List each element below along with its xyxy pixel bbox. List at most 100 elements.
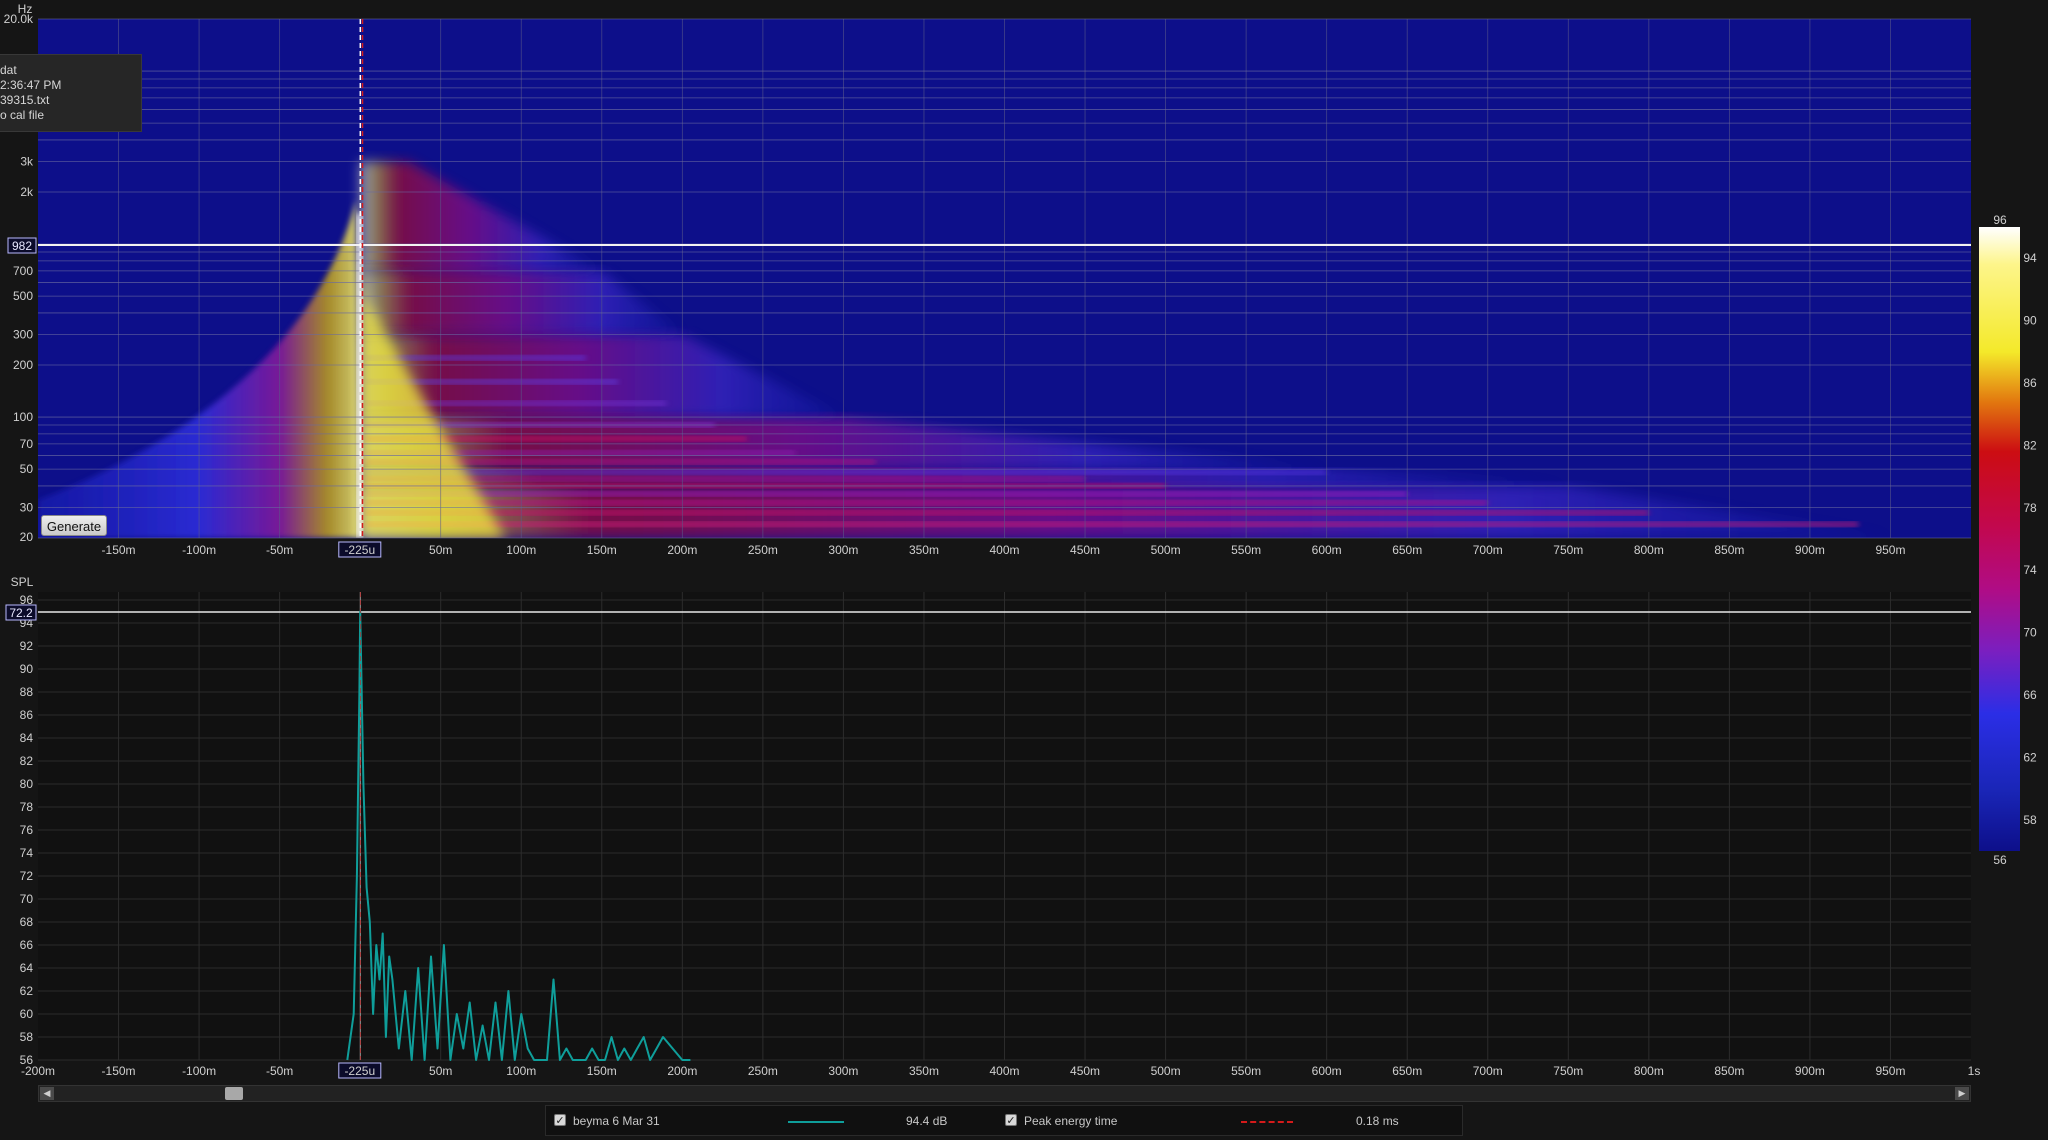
time-tick-label: 850m [1714, 543, 1744, 557]
time-tick-label: 350m [909, 543, 939, 557]
colorbar-tick-label: 94 [2023, 251, 2037, 265]
spl-time-tick-label: -100m [182, 1064, 216, 1078]
frequency-tick-label: 50 [20, 462, 34, 476]
spl-time-tick-label: 800m [1634, 1064, 1664, 1078]
resonance-streak [365, 510, 1649, 516]
colorbar-tick-label: 86 [2023, 376, 2037, 390]
colorbar-tick-label: 66 [2023, 688, 2037, 702]
spl-time-tick-label: 300m [828, 1064, 858, 1078]
time-tick-label: -150m [102, 543, 136, 557]
series-checkbox[interactable]: ✓ [554, 1114, 566, 1127]
generate-button[interactable]: Generate [41, 515, 107, 536]
spl-time-tick-label: 200m [667, 1064, 697, 1078]
frequency-tick-label: 2k [20, 185, 34, 199]
spl-time-tick-label: 100m [506, 1064, 536, 1078]
colorbar-tick-label: 74 [2023, 563, 2037, 577]
marker-name: Peak energy time [1024, 1114, 1118, 1128]
colorbar-tick-label: 56 [1993, 853, 2007, 867]
spl-time-tick-label: 900m [1795, 1064, 1825, 1078]
resonance-streak [365, 469, 1327, 475]
spl-time-tick-label: 550m [1231, 1064, 1261, 1078]
spl-time-tick-label: 650m [1392, 1064, 1422, 1078]
frequency-tick-label: 70 [20, 437, 34, 451]
time-tick-label: 300m [828, 543, 858, 557]
spl-time-tick-label: -225u [344, 1064, 375, 1078]
spl-tick-label: 60 [20, 1007, 34, 1021]
spl-time-tick-label: 400m [989, 1064, 1019, 1078]
colorbar-tick-label: 82 [2023, 438, 2037, 452]
spl-tick-label: 84 [20, 731, 34, 745]
colorbar-tick-label: 78 [2023, 501, 2037, 515]
frequency-tick-label: 700 [13, 264, 33, 278]
spl-tick-label: 62 [20, 984, 34, 998]
spl-tick-label: 92 [20, 639, 34, 653]
spl-tick-label: 70 [20, 892, 34, 906]
spl-cursor-value: 72.2 [9, 606, 33, 620]
time-tick-label: 800m [1634, 543, 1664, 557]
spl-time-tick-label: 750m [1553, 1064, 1583, 1078]
frequency-tick-label: 300 [13, 328, 33, 342]
time-tick-label: 400m [989, 543, 1019, 557]
marker-swatch [1241, 1121, 1293, 1123]
colorbar-tick-label: 96 [1993, 213, 2007, 227]
scroll-right-icon[interactable]: ▶ [1955, 1087, 1969, 1100]
time-tick-label: 100m [506, 543, 536, 557]
time-tick-label: -50m [266, 543, 293, 557]
measurement-info-box: dat 2:36:47 PM 39315.txt o cal file [0, 54, 142, 132]
spl-tick-label: 74 [20, 846, 34, 860]
resonance-streak [365, 476, 1086, 482]
time-tick-label: 50m [429, 543, 452, 557]
frequency-tick-label: 100 [13, 410, 33, 424]
resonance-streak [365, 491, 1408, 497]
scroll-left-icon[interactable]: ◀ [40, 1087, 54, 1100]
spl-time-tick-label: -50m [266, 1064, 293, 1078]
marker-checkbox[interactable]: ✓ [1005, 1114, 1017, 1127]
info-line: dat [0, 63, 17, 77]
spl-tick-label: 78 [20, 800, 34, 814]
spl-tick-label: 76 [20, 823, 34, 837]
time-tick-label: -225u [344, 543, 375, 557]
spl-time-tick-label: 700m [1473, 1064, 1503, 1078]
spl-tick-label: 66 [20, 938, 34, 952]
resonance-streak [365, 500, 1488, 506]
time-tick-label: 950m [1875, 543, 1905, 557]
spl-time-tick-label: 500m [1151, 1064, 1181, 1078]
spl-time-tick-label: 850m [1714, 1064, 1744, 1078]
series-swatch [788, 1121, 844, 1123]
series-value: 94.4 dB [906, 1114, 948, 1128]
spl-tick-label: 88 [20, 685, 34, 699]
time-tick-label: 900m [1795, 543, 1825, 557]
time-tick-label: 750m [1553, 543, 1583, 557]
spl-tick-label: 58 [20, 1030, 34, 1044]
spectrogram-time-axis: -150m -100m -50m -225u 50m 100m 150m 200m 250m 30… [102, 541, 1905, 558]
spl-tick-label: 82 [20, 754, 34, 768]
time-tick-label: 250m [748, 543, 778, 557]
frequency-cursor-value: 982 [12, 239, 32, 253]
time-tick-label: 650m [1392, 543, 1422, 557]
colorbar-tick-label: 62 [2023, 750, 2037, 764]
frequency-tick-label: 20 [20, 530, 34, 544]
spl-time-axis: -200m -150m -100m -50m -225u 50m 100m 150m 200m 2… [21, 1062, 1981, 1079]
frequency-tick-label: 30 [20, 501, 34, 515]
spl-time-tick-label: 1s [1968, 1064, 1981, 1078]
spl-axis: 9694929088868482807876747270686664626058… [20, 593, 34, 1067]
spl-time-tick-label: 600m [1312, 1064, 1342, 1078]
time-tick-label: 550m [1231, 543, 1261, 557]
time-tick-label: 150m [587, 543, 617, 557]
spl-time-tick-label: 450m [1070, 1064, 1100, 1078]
spl-tick-label: 64 [20, 961, 34, 975]
time-scrollbar[interactable]: ◀ ▶ [38, 1085, 1971, 1102]
colorbar-tick-label: 90 [2023, 314, 2037, 328]
spl-time-tick-label: -200m [21, 1064, 55, 1078]
spl-tick-label: 86 [20, 708, 34, 722]
scroll-thumb[interactable] [225, 1087, 243, 1100]
time-tick-label: 500m [1151, 543, 1181, 557]
spl-time-tick-label: 150m [587, 1064, 617, 1078]
frequency-unit-label: Hz [18, 2, 33, 16]
frequency-tick-label: 500 [13, 289, 33, 303]
spl-time-tick-label: 250m [748, 1064, 778, 1078]
spl-time-tick-label: 50m [429, 1064, 452, 1078]
spl-tick-label: 72 [20, 869, 34, 883]
colorbar-tick-label: 58 [2023, 813, 2037, 827]
frequency-tick-label: 3k [20, 155, 34, 169]
